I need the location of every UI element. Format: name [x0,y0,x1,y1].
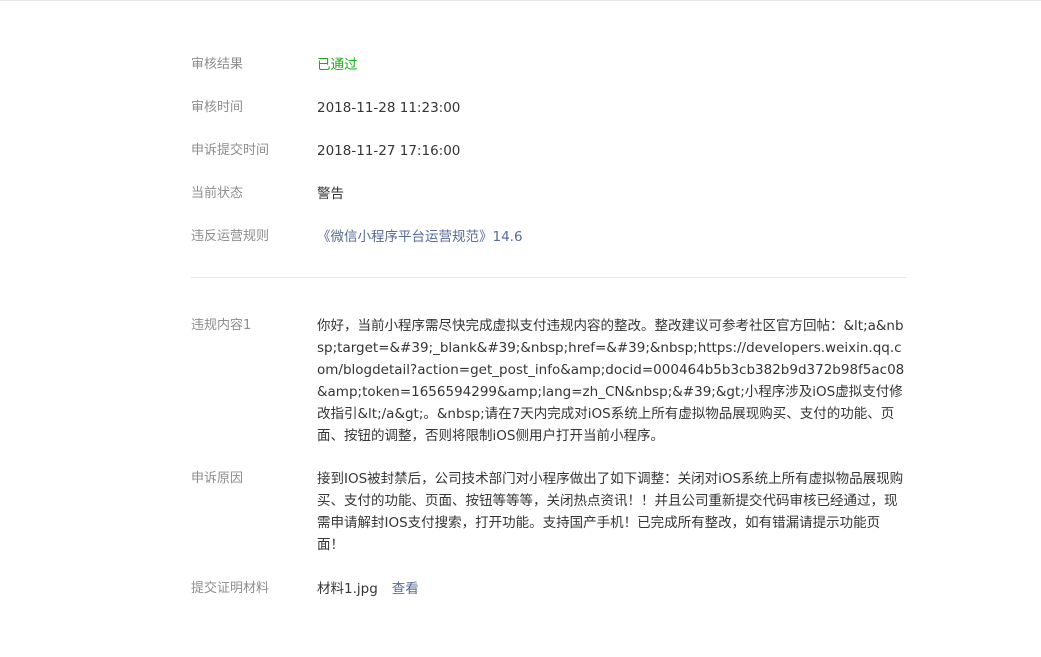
violated-rule-label: 违反运营规则 [191,229,270,244]
evidence-value: 材料1.jpg 查看 [317,578,907,600]
review-time-label: 审核时间 [191,100,244,115]
review-result-label: 审核结果 [191,57,244,72]
appeal-time-value: 2018-11-27 17:16:00 [317,143,461,159]
current-status-value: 警告 [317,186,344,202]
appeal-reason-label: 申诉原因 [191,471,244,486]
violation-content-label: 违规内容1 [191,318,252,333]
view-evidence-link[interactable]: 查看 [392,581,419,597]
violation-content-text: 你好，当前小程序需尽快完成虚拟支付违规内容的整改。整改建议可参考社区官方回帖：&… [317,318,905,444]
review-time-value: 2018-11-28 11:23:00 [317,100,461,116]
review-result-value: 已通过 [317,57,358,73]
section-divider [191,277,907,278]
appeal-reason-text: 接到IOS被封禁后，公司技术部门对小程序做出了如下调整：关闭对iOS系统上所有虚… [317,471,904,553]
violated-rule-link[interactable]: 《微信小程序平台运营规范》14.6 [317,226,907,248]
top-divider [0,0,1041,1]
evidence-label: 提交证明材料 [191,581,270,596]
appeal-time-label: 申诉提交时间 [191,143,270,158]
current-status-label: 当前状态 [191,186,244,201]
evidence-file-name: 材料1.jpg [317,581,378,597]
